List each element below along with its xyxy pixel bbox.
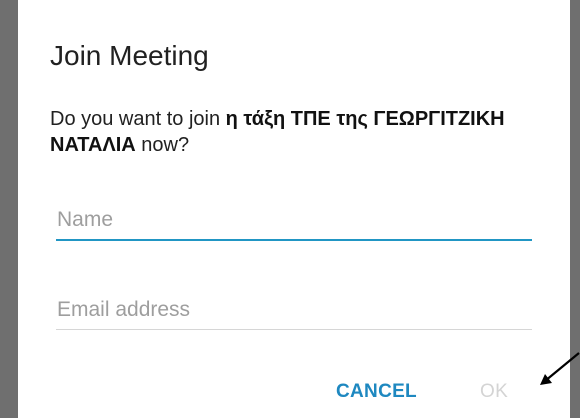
ok-button[interactable]: OK — [474, 377, 514, 407]
email-field-underline — [56, 329, 532, 330]
screen: Join Meeting Do you want to join η τάξη … — [0, 0, 580, 418]
name-field-underline — [56, 239, 532, 241]
background-scrim-left — [0, 0, 18, 418]
email-field — [56, 292, 533, 332]
dialog-message: Do you want to join η τάξη ΤΠΕ της ΓΕΩΡΓ… — [50, 106, 520, 158]
message-prefix: Do you want to join — [50, 108, 226, 130]
arrow-icon — [540, 352, 580, 385]
join-meeting-dialog: Join Meeting Do you want to join η τάξη … — [18, 0, 570, 418]
cancel-button[interactable]: CANCEL — [330, 377, 423, 407]
message-suffix: now? — [135, 134, 190, 156]
dialog-title: Join Meeting — [50, 40, 209, 71]
name-input[interactable] — [56, 202, 533, 238]
name-field — [56, 202, 533, 242]
email-input[interactable] — [56, 292, 533, 328]
